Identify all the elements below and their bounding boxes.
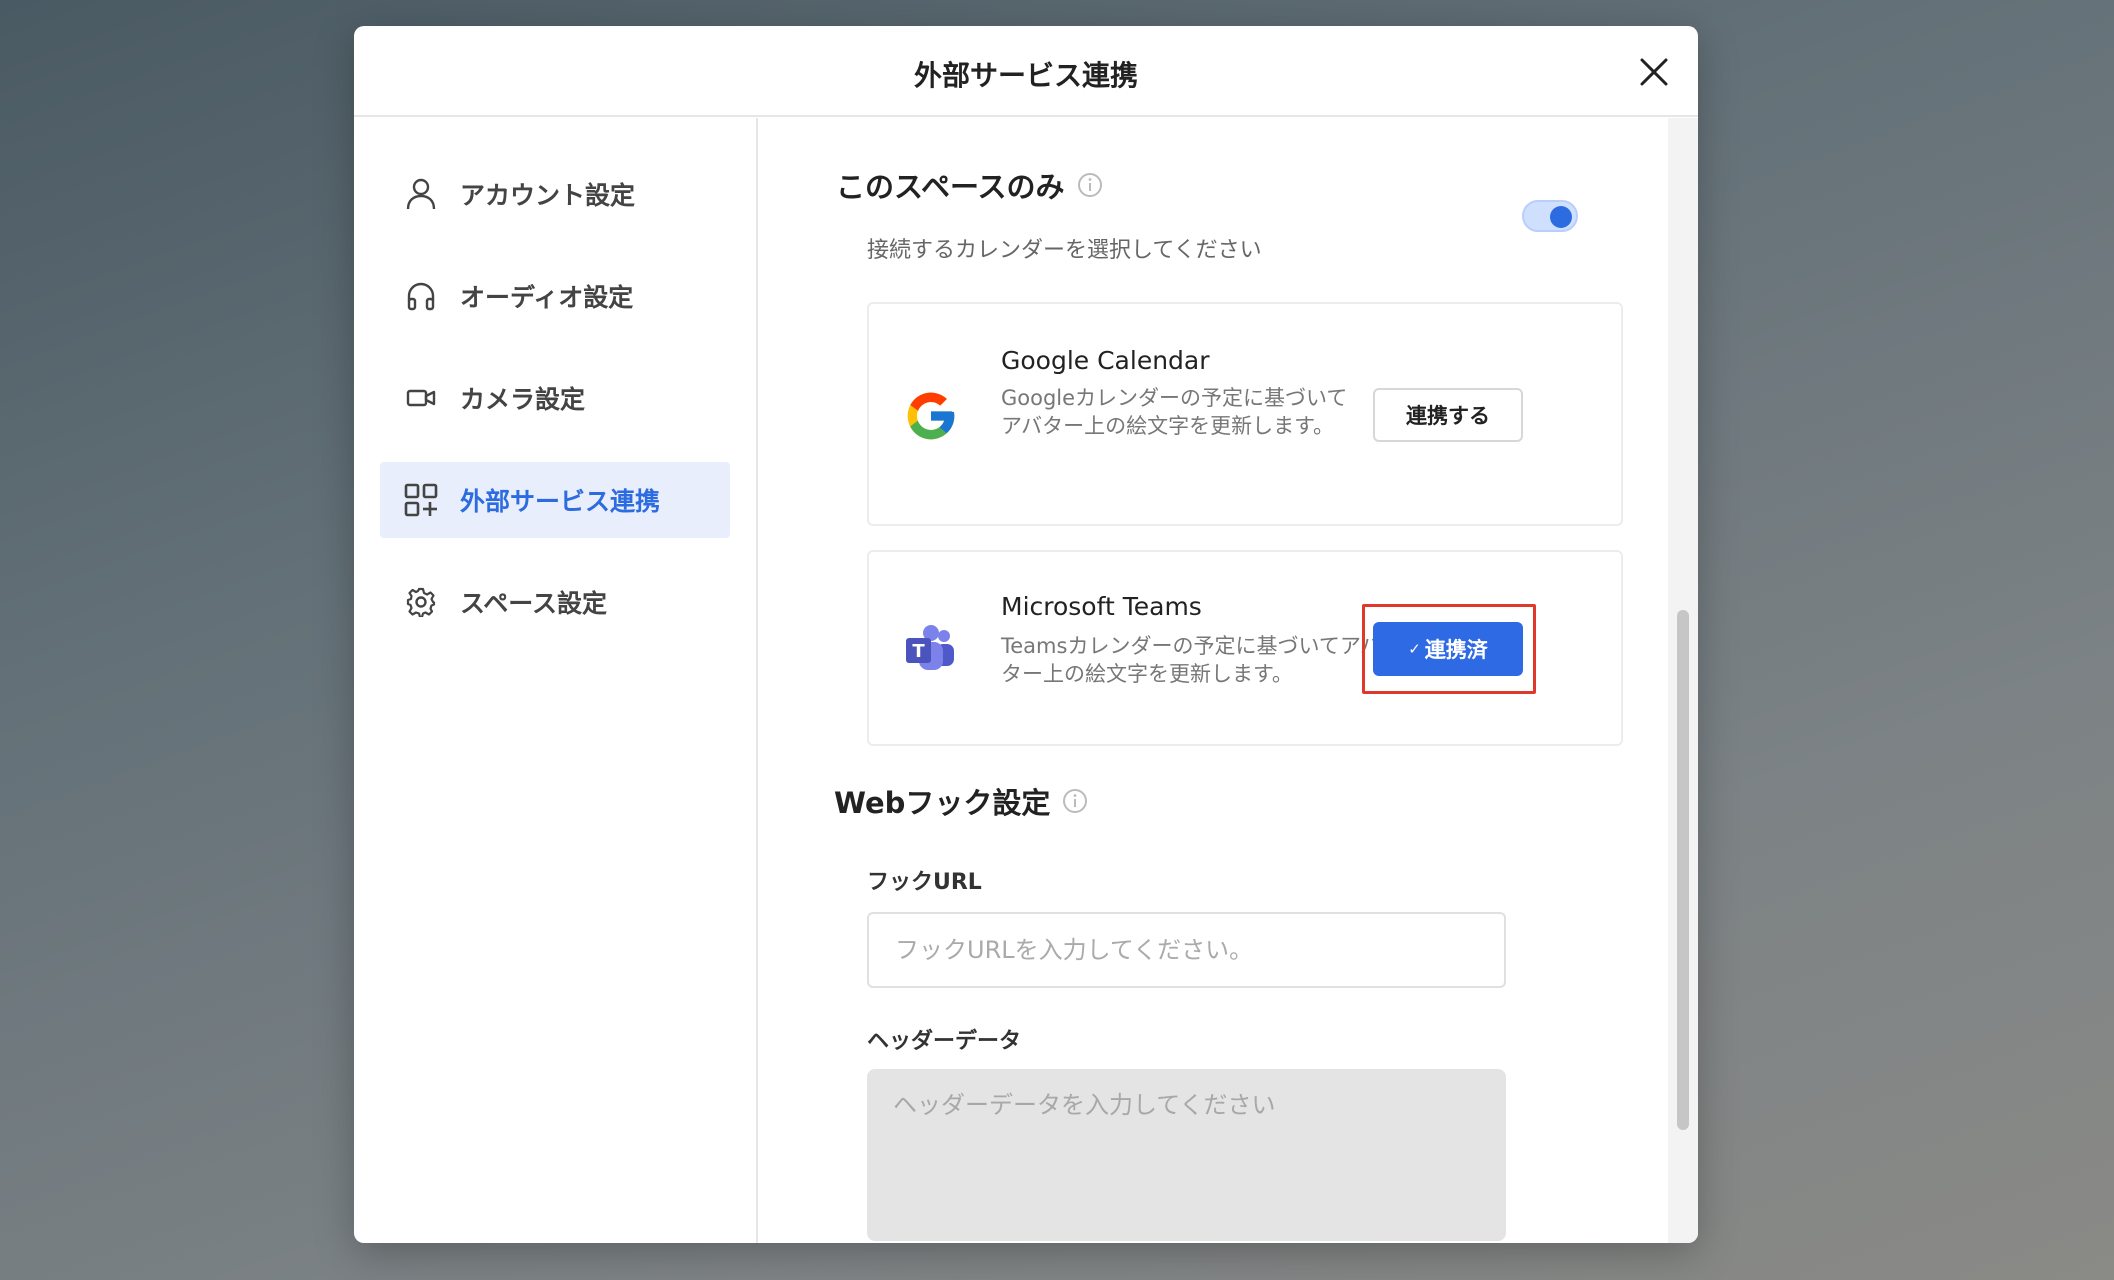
calendar-subtitle: 接続するカレンダーを選択してください (867, 238, 1262, 263)
toggle-knob (1550, 206, 1572, 228)
sidebar-item-camera[interactable]: カメラ設定 (380, 360, 730, 436)
user-icon (404, 177, 438, 211)
sidebar-item-label: スペース設定 (460, 589, 608, 618)
integrations-icon (404, 483, 438, 517)
hook-url-input[interactable] (867, 912, 1506, 988)
webhook-section-title-text: Webフック設定 (834, 786, 1051, 820)
close-icon (1640, 58, 1668, 86)
service-description: Googleカレンダーの予定に基づいてアバター上の絵文字を更新します。 (1001, 386, 1348, 438)
highlight-annotation (1362, 604, 1536, 694)
service-description: Teamsカレンダーの予定に基づいてアバター上の絵文字を更新します。 (1001, 634, 1381, 686)
info-icon[interactable] (1077, 172, 1103, 198)
info-icon[interactable] (1062, 788, 1088, 814)
modal-header: 外部サービス連携 (354, 26, 1698, 117)
calendar-section-title-text: このスペースのみ (836, 170, 1065, 204)
sidebar-item-space[interactable]: スペース設定 (380, 564, 730, 640)
sidebar: アカウント設定 オーディオ設定 カメラ設定 外部サービス連携 スペース設定 (354, 118, 758, 1243)
calendar-section-title: このスペースのみ (836, 164, 1103, 206)
sidebar-item-audio[interactable]: オーディオ設定 (380, 258, 730, 334)
header-data-textarea[interactable] (867, 1069, 1506, 1241)
service-name: Google Calendar (1001, 346, 1210, 375)
this-space-only-toggle[interactable] (1522, 200, 1578, 232)
scrollbar[interactable] (1668, 118, 1698, 1243)
header-data-label: ヘッダーデータ (867, 1029, 1022, 1054)
sidebar-item-label: 外部サービス連携 (460, 487, 661, 516)
svg-text:T: T (912, 641, 925, 662)
google-calendar-card: Google Calendar Googleカレンダーの予定に基づいてアバター上… (867, 302, 1623, 526)
google-connect-button[interactable]: 連携する (1373, 388, 1523, 442)
sidebar-item-label: アカウント設定 (460, 181, 636, 210)
sidebar-item-integrations[interactable]: 外部サービス連携 (380, 462, 730, 538)
service-name: Microsoft Teams (1001, 592, 1202, 621)
teams-logo-icon: T (903, 622, 959, 678)
gear-icon (404, 585, 438, 619)
headphones-icon (404, 279, 438, 313)
sidebar-item-account[interactable]: アカウント設定 (380, 156, 730, 232)
google-logo-icon (903, 388, 959, 444)
sidebar-item-label: オーディオ設定 (460, 283, 634, 312)
modal-title: 外部サービス連携 (913, 59, 1138, 92)
webhook-section-title: Webフック設定 (834, 780, 1088, 822)
hook-url-label: フックURL (867, 870, 982, 895)
camera-icon (404, 381, 438, 415)
sidebar-item-label: カメラ設定 (460, 385, 586, 414)
scrollbar-thumb[interactable] (1677, 610, 1689, 1130)
close-button[interactable] (1636, 54, 1672, 90)
